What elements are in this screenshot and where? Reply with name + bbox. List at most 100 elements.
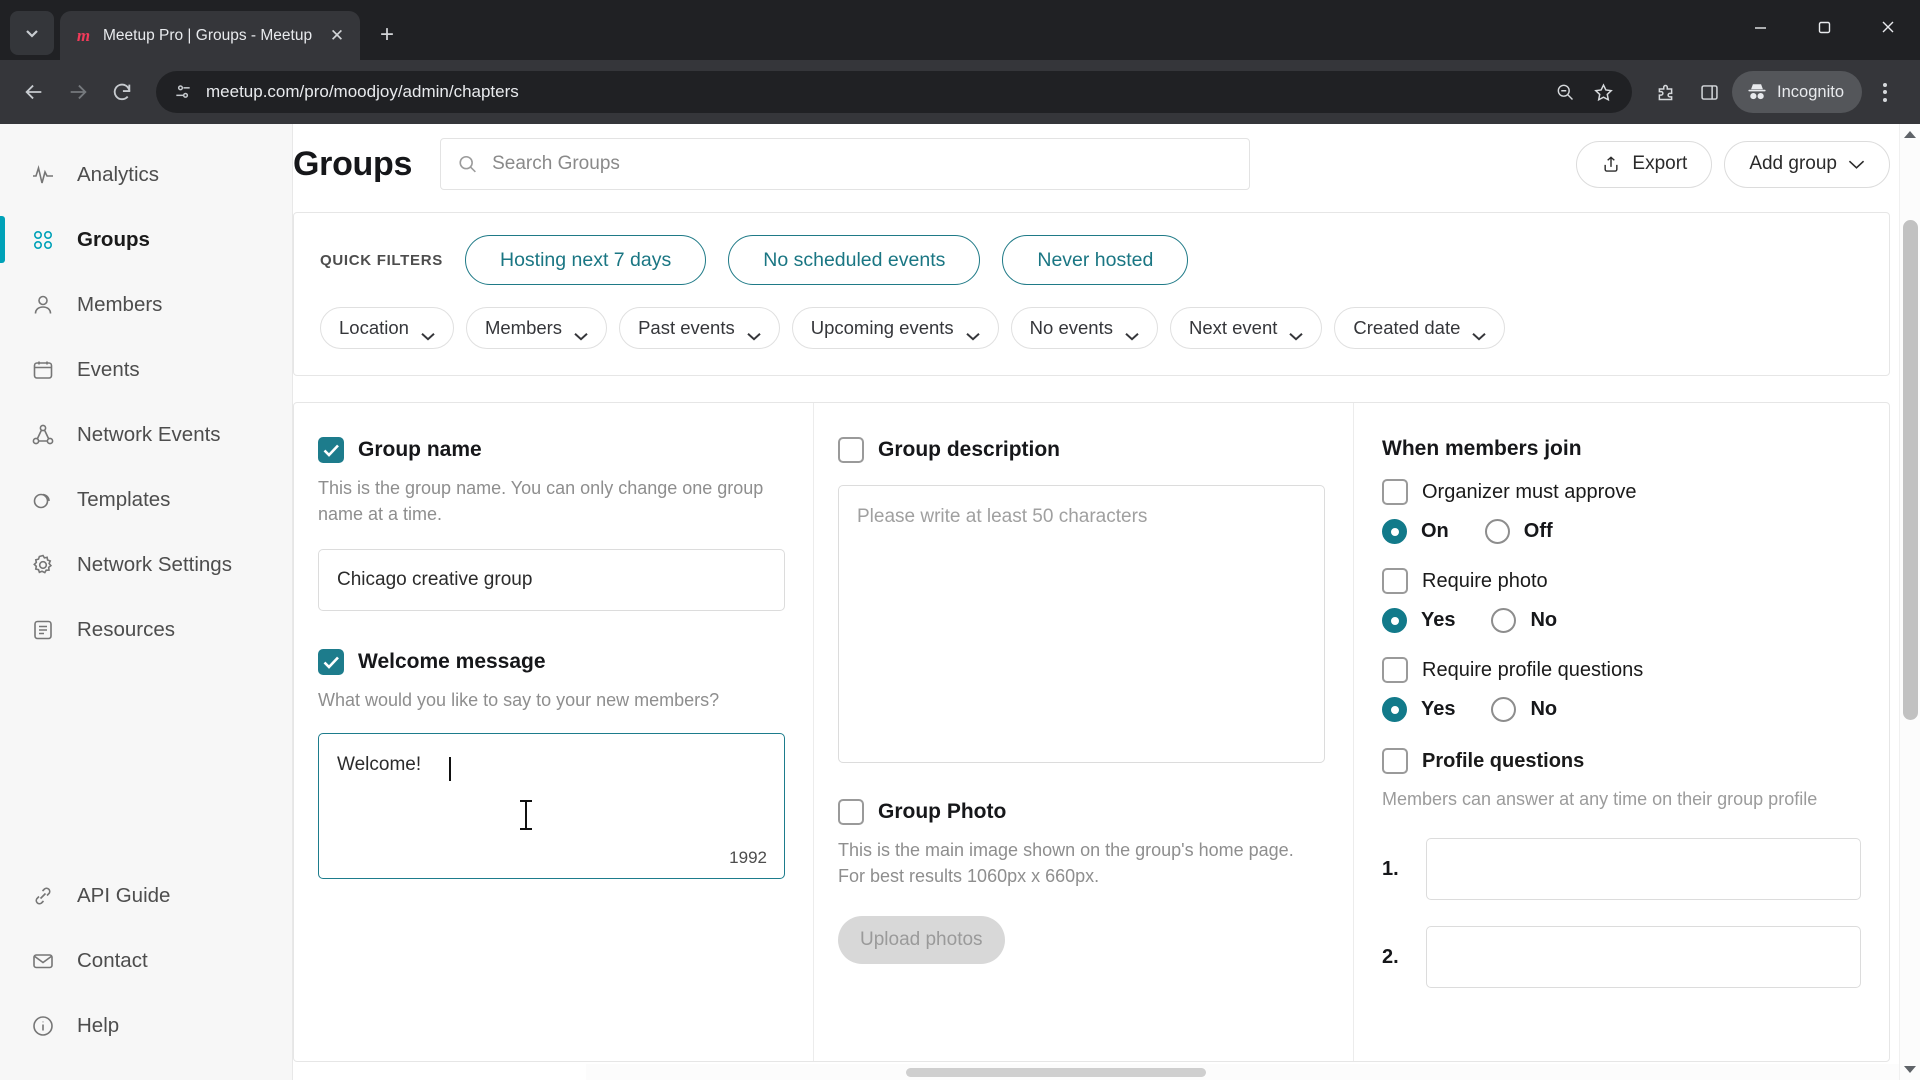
- close-window-icon[interactable]: [1856, 0, 1920, 54]
- forward-button[interactable]: [58, 72, 98, 112]
- welcome-message-title: Welcome message: [358, 650, 546, 674]
- welcome-message-textarea[interactable]: [319, 734, 784, 873]
- welcome-message-box[interactable]: 1992: [318, 733, 785, 879]
- form-column-right: When members join Organizer must approve…: [1354, 403, 1889, 1061]
- url-text: meetup.com/pro/moodjoy/admin/chapters: [206, 82, 519, 101]
- maximize-icon[interactable]: [1792, 0, 1856, 54]
- profile-question-input-1[interactable]: [1426, 838, 1861, 901]
- sidebar-item-help[interactable]: Help: [0, 993, 292, 1058]
- gear-icon: [30, 552, 56, 578]
- form-column-left: Group name This is the group name. You c…: [294, 403, 814, 1061]
- sidebar-label: Resources: [77, 617, 175, 641]
- radio-organizer-off[interactable]: [1484, 519, 1510, 544]
- extensions-icon[interactable]: [1644, 71, 1686, 113]
- profile-question-item: 1.: [1382, 838, 1861, 901]
- add-group-label: Add group: [1749, 153, 1837, 174]
- header-actions: Export Add group: [1576, 140, 1890, 188]
- vertical-scrollbar[interactable]: [1899, 124, 1920, 1080]
- sidebar-item-groups[interactable]: Groups: [0, 207, 292, 272]
- side-panel-icon[interactable]: [1688, 71, 1730, 113]
- zoom-out-icon[interactable]: [1548, 75, 1582, 109]
- sidebar-item-templates[interactable]: Templates: [0, 467, 292, 532]
- require-profile-questions-radios: Yes No: [1382, 697, 1861, 722]
- require-photo-checkbox[interactable]: [1382, 568, 1408, 594]
- analytics-icon: [30, 162, 56, 188]
- quick-filter-never-hosted[interactable]: Never hosted: [1002, 235, 1189, 285]
- export-button[interactable]: Export: [1576, 140, 1713, 188]
- scroll-up-arrow-icon[interactable]: [1900, 124, 1920, 145]
- incognito-profile-button[interactable]: Incognito: [1732, 71, 1862, 113]
- reload-icon: [113, 83, 131, 101]
- close-tab-icon[interactable]: ✕: [324, 23, 350, 49]
- group-description-box[interactable]: [838, 485, 1325, 764]
- calendar-icon: [30, 357, 56, 383]
- welcome-message-char-count: 1992: [729, 847, 767, 867]
- form-column-middle: Group description Group Photo This is th…: [814, 403, 1354, 1061]
- filter-no-events[interactable]: No events: [1010, 307, 1158, 349]
- filter-members[interactable]: Members: [465, 307, 608, 349]
- quick-filter-no-scheduled-events[interactable]: No scheduled events: [728, 235, 981, 285]
- chevron-down-icon: [574, 324, 588, 341]
- main-content: Groups Export Add group: [293, 124, 1920, 1080]
- horizontal-scrollbar[interactable]: [586, 1064, 1899, 1080]
- filter-dropdowns-row: Location Members Past events Upcoming ev…: [320, 307, 1863, 349]
- group-description-checkbox[interactable]: [838, 437, 864, 463]
- reload-button[interactable]: [102, 72, 142, 112]
- filter-past-events[interactable]: Past events: [619, 307, 780, 349]
- tab-title: Meetup Pro | Groups - Meetup: [103, 26, 313, 44]
- filter-upcoming-events[interactable]: Upcoming events: [791, 307, 999, 349]
- radio-profileq-no[interactable]: [1491, 697, 1517, 722]
- require-photo-radios: Yes No: [1382, 608, 1861, 633]
- sidebar-item-analytics[interactable]: Analytics: [0, 142, 292, 207]
- back-button[interactable]: [14, 72, 54, 112]
- incognito-icon: [1748, 84, 1766, 100]
- tab-search-button[interactable]: [10, 11, 54, 55]
- browser-tab[interactable]: m Meetup Pro | Groups - Meetup ✕: [60, 11, 360, 60]
- scroll-down-arrow-icon[interactable]: [1900, 1059, 1920, 1080]
- sidebar-item-api-guide[interactable]: API Guide: [0, 863, 292, 928]
- filter-location[interactable]: Location: [320, 307, 454, 349]
- radio-photo-yes[interactable]: [1382, 608, 1407, 633]
- profile-questions-checkbox[interactable]: [1382, 748, 1408, 774]
- add-group-button[interactable]: Add group: [1724, 140, 1890, 188]
- sidebar-item-members[interactable]: Members: [0, 272, 292, 337]
- check-icon: [323, 656, 339, 669]
- radio-organizer-on[interactable]: [1382, 519, 1407, 544]
- export-label: Export: [1632, 153, 1688, 174]
- sidebar-item-events[interactable]: Events: [0, 337, 292, 402]
- bookmark-star-icon[interactable]: [1586, 75, 1620, 109]
- profile-question-input-2[interactable]: [1426, 926, 1861, 989]
- site-settings-icon[interactable]: [172, 81, 194, 103]
- address-bar[interactable]: meetup.com/pro/moodjoy/admin/chapters: [156, 71, 1633, 113]
- group-name-input[interactable]: [318, 549, 785, 612]
- search-input[interactable]: [492, 153, 1234, 175]
- info-icon: [30, 1013, 56, 1039]
- filter-created-date[interactable]: Created date: [1334, 307, 1506, 349]
- profile-questions-row: Profile questions: [1382, 748, 1861, 774]
- scrollbar-thumb[interactable]: [1903, 220, 1918, 720]
- chrome-menu-icon[interactable]: [1864, 71, 1906, 113]
- organizer-approve-checkbox[interactable]: [1382, 479, 1408, 505]
- require-profile-questions-checkbox[interactable]: [1382, 657, 1408, 683]
- group-photo-checkbox[interactable]: [838, 799, 864, 826]
- horizontal-scrollbar-thumb[interactable]: [906, 1068, 1206, 1077]
- filter-next-event[interactable]: Next event: [1169, 307, 1323, 349]
- resources-icon: [30, 617, 56, 643]
- tab-strip: m Meetup Pro | Groups - Meetup ✕ +: [0, 0, 1920, 60]
- sidebar-item-network-settings[interactable]: Network Settings: [0, 532, 292, 597]
- minimize-icon[interactable]: [1728, 0, 1792, 54]
- sidebar-item-network-events[interactable]: Network Events: [0, 402, 292, 467]
- radio-profileq-yes[interactable]: [1382, 697, 1407, 722]
- upload-photos-button[interactable]: Upload photos: [838, 915, 1005, 964]
- group-name-checkbox[interactable]: [318, 437, 344, 463]
- sidebar-item-contact[interactable]: Contact: [0, 928, 292, 993]
- group-description-header: Group description: [838, 437, 1325, 463]
- text-cursor: [449, 757, 451, 782]
- welcome-message-checkbox[interactable]: [318, 649, 344, 676]
- radio-photo-no[interactable]: [1491, 608, 1517, 633]
- new-tab-button[interactable]: +: [370, 18, 404, 52]
- sidebar-item-resources[interactable]: Resources: [0, 597, 292, 662]
- quick-filter-hosting-next-7-days[interactable]: Hosting next 7 days: [464, 235, 707, 285]
- group-description-textarea[interactable]: [839, 486, 1324, 758]
- search-groups-field[interactable]: [440, 138, 1251, 190]
